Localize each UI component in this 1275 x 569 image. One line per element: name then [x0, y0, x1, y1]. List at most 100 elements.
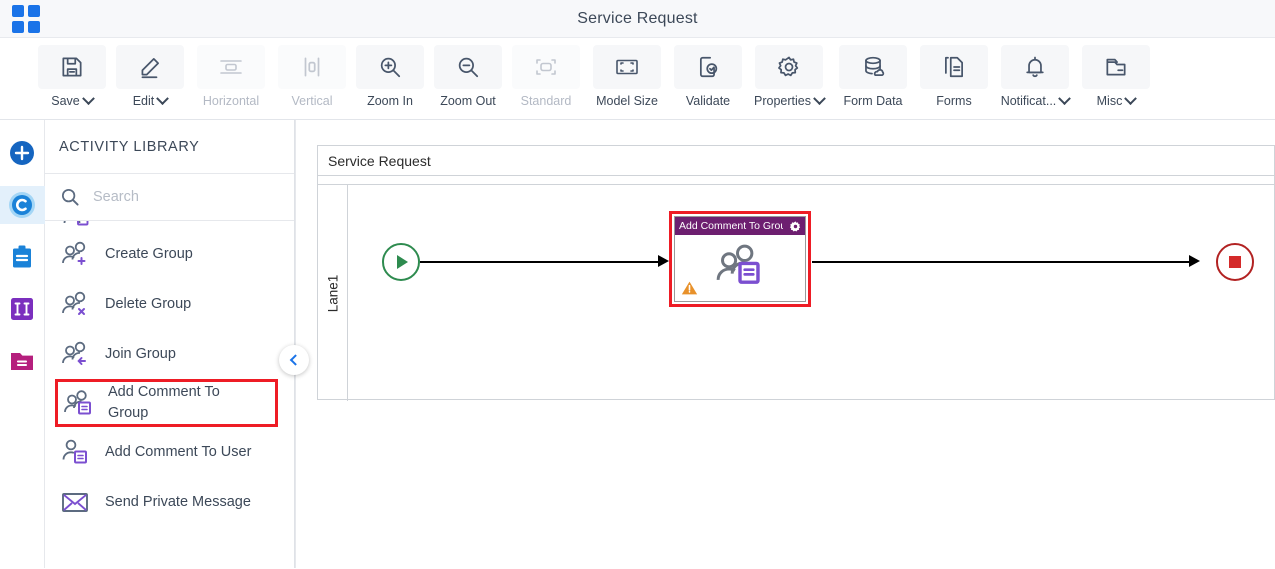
- apps-grid-cell: [12, 21, 24, 33]
- misc-label: Misc: [1097, 91, 1138, 108]
- page-title: Service Request: [577, 9, 698, 27]
- pool[interactable]: Service Request Lane1 Add Comment To Gro: [317, 145, 1275, 401]
- stop-icon: [1229, 256, 1241, 268]
- list-item-add-comment-to-user[interactable]: Add Comment To User: [45, 427, 294, 477]
- list-item-add-comment-to-group[interactable]: Add Comment To Group: [55, 379, 278, 427]
- forms-label: Forms: [936, 94, 972, 108]
- chevron-down-icon[interactable]: [1124, 91, 1138, 105]
- workspace: ACTIVITY LIBRARY Create Group: [0, 120, 1275, 568]
- forms-button[interactable]: Forms: [916, 38, 992, 108]
- lane-label: Lane1: [325, 274, 341, 312]
- task-body: [675, 235, 805, 302]
- rail-item-clipboard[interactable]: [0, 238, 45, 276]
- zoom-out-button[interactable]: Zoom Out: [430, 38, 506, 108]
- folder-icon: [1082, 45, 1150, 89]
- title-bar: Service Request: [0, 0, 1275, 38]
- form-data-label: Form Data: [843, 94, 903, 108]
- validate-icon: [674, 45, 742, 89]
- list-item-create-group[interactable]: Create Group: [45, 229, 294, 279]
- edit-label: Edit: [133, 91, 170, 108]
- list-item-label: Delete Group: [105, 295, 192, 312]
- zoom-out-label: Zoom Out: [440, 94, 496, 108]
- rail-item-add[interactable]: [0, 134, 45, 172]
- list-item-partial[interactable]: [45, 221, 294, 229]
- notifications-button[interactable]: Notificat...: [994, 38, 1076, 108]
- warning-triangle-icon[interactable]: [681, 280, 698, 296]
- task-add-comment-to-group[interactable]: Add Comment To Group...: [669, 211, 811, 307]
- model-size-label: Model Size: [596, 94, 658, 108]
- pencil-icon: [116, 45, 184, 89]
- save-label: Save: [51, 91, 95, 108]
- misc-button[interactable]: Misc: [1078, 38, 1154, 108]
- zoom-out-icon: [434, 45, 502, 89]
- chevron-down-icon[interactable]: [813, 91, 826, 105]
- validate-button[interactable]: Validate: [670, 38, 746, 108]
- add-comment-group-icon: [715, 243, 765, 287]
- gear-icon: [755, 45, 823, 89]
- end-event[interactable]: [1216, 243, 1254, 281]
- chevron-down-icon[interactable]: [81, 91, 95, 105]
- vertical-button[interactable]: Vertical: [274, 38, 350, 108]
- rail-item-collaborate[interactable]: [0, 186, 45, 224]
- horizontal-label: Horizontal: [202, 94, 260, 108]
- create-group-icon: [59, 240, 93, 268]
- list-item-label: Join Group: [105, 345, 176, 362]
- activity-library-panel: ACTIVITY LIBRARY Create Group: [45, 120, 309, 568]
- horizontal-button[interactable]: Horizontal: [190, 38, 272, 108]
- flow-arrowhead: [658, 255, 669, 267]
- activity-list[interactable]: Create Group Delete Group Join Group Add…: [45, 221, 294, 568]
- lane-header[interactable]: Lane1: [318, 185, 348, 401]
- search-icon: [61, 188, 79, 206]
- model-size-button[interactable]: Model Size: [586, 38, 668, 108]
- apps-grid-icon[interactable]: [12, 5, 40, 33]
- standard-button[interactable]: Standard: [508, 38, 584, 108]
- join-group-icon: [59, 340, 93, 368]
- chevron-down-icon[interactable]: [1058, 91, 1072, 105]
- task-title: Add Comment To Group...: [679, 220, 783, 232]
- rail-item-folder[interactable]: [0, 342, 45, 380]
- list-item-delete-group[interactable]: Delete Group: [45, 279, 294, 329]
- properties-button[interactable]: Properties: [748, 38, 830, 108]
- vertical-icon: [278, 45, 346, 89]
- chevron-down-icon[interactable]: [156, 91, 170, 105]
- standard-label: Standard: [520, 94, 572, 108]
- start-event[interactable]: [382, 243, 420, 281]
- save-button[interactable]: Save: [34, 38, 110, 108]
- save-icon: [38, 45, 106, 89]
- standard-icon: [512, 45, 580, 89]
- delete-group-icon: [59, 290, 93, 318]
- search-box[interactable]: [45, 174, 294, 221]
- zoom-in-button[interactable]: Zoom In: [352, 38, 428, 108]
- list-item-label: Add Comment To Group: [108, 384, 220, 421]
- panel-collapse-button[interactable]: [279, 345, 309, 375]
- database-icon: [839, 45, 907, 89]
- forms-icon: [920, 45, 988, 89]
- add-comment-user-icon: [59, 438, 93, 466]
- add-comment-group-icon: [62, 389, 96, 417]
- lane[interactable]: Lane1 Add Comment To Group...: [318, 184, 1274, 401]
- search-input[interactable]: [91, 188, 261, 206]
- sequence-flow-2[interactable]: [812, 261, 1195, 263]
- notifications-label: Notificat...: [1001, 91, 1072, 108]
- partial-icon: [59, 221, 93, 229]
- zoom-in-label: Zoom In: [367, 94, 413, 108]
- apps-grid-cell: [28, 5, 40, 17]
- task-header: Add Comment To Group...: [675, 217, 805, 235]
- edit-button[interactable]: Edit: [112, 38, 188, 108]
- form-data-button[interactable]: Form Data: [832, 38, 914, 108]
- lane-body[interactable]: Add Comment To Group...: [348, 185, 1274, 401]
- zoom-in-icon: [356, 45, 424, 89]
- list-item-join-group[interactable]: Join Group: [45, 329, 294, 379]
- horizontal-icon: [197, 45, 265, 89]
- gear-icon[interactable]: [789, 220, 802, 233]
- list-item-label: Add Comment To User: [105, 443, 252, 460]
- sequence-flow-1[interactable]: [420, 261, 664, 263]
- play-icon: [397, 255, 408, 269]
- model-size-icon: [593, 45, 661, 89]
- toolbar: Save Edit Horizontal Vertical Zoom In Zo…: [0, 38, 1275, 120]
- left-rail: [0, 120, 45, 568]
- rail-item-columns[interactable]: [0, 290, 45, 328]
- apps-grid-cell: [28, 21, 40, 33]
- process-canvas[interactable]: Service Request Lane1 Add Comment To Gro: [295, 120, 1275, 568]
- list-item-send-private-message[interactable]: Send Private Message: [45, 477, 294, 527]
